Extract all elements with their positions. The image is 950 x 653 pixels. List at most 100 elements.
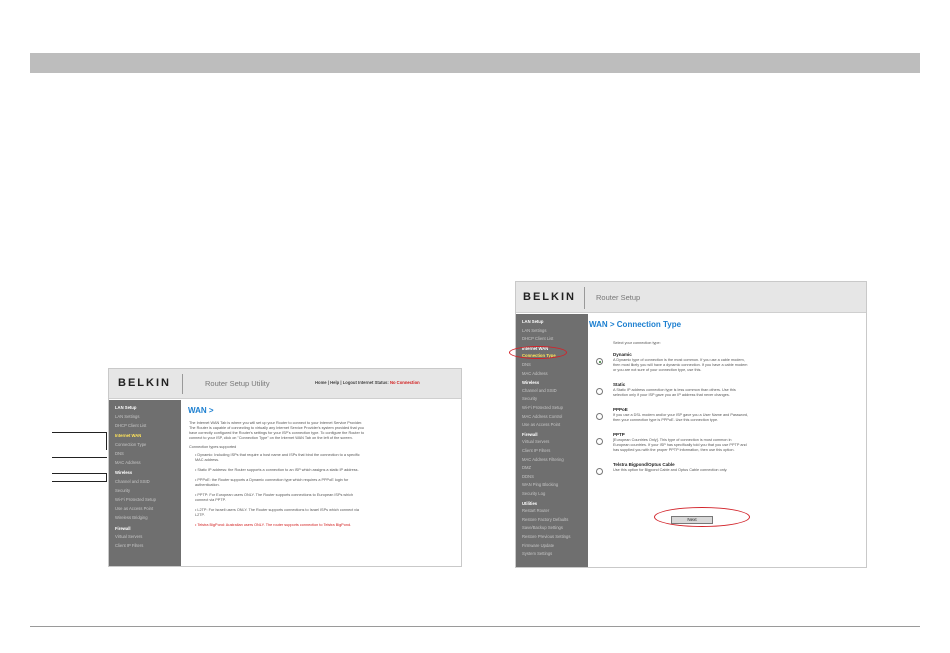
sidebar-item[interactable]: Restore Factory Defaults bbox=[522, 517, 568, 522]
option-label[interactable]: PPPoE bbox=[613, 407, 628, 412]
sidebar-item[interactable]: Use as Access Point bbox=[522, 422, 560, 427]
connection-type-item: • PPTP: For European users ONLY. The Rou… bbox=[195, 493, 354, 497]
page-title: WAN > bbox=[188, 406, 214, 415]
sidebar-item[interactable]: Wi-Fi Protected Setup bbox=[115, 497, 156, 502]
sidebar-item[interactable]: Virtual Servers bbox=[522, 439, 549, 444]
intro-text: The Router is capable of connecting to v… bbox=[189, 426, 364, 430]
sidebar-item[interactable]: DNS bbox=[522, 362, 531, 367]
option-description: If you use a DSL modem and/or your ISP g… bbox=[613, 413, 749, 417]
sidebar-item[interactable]: WAN Ping Blocking bbox=[522, 482, 558, 487]
connection-type-item: L2TP. bbox=[195, 513, 205, 517]
option-description: A Static IP address connection type is l… bbox=[613, 388, 736, 392]
sidebar-item[interactable]: MAC Address Filtering bbox=[522, 457, 564, 462]
radio-dynamic[interactable] bbox=[596, 358, 603, 365]
sidebar-item[interactable]: Security bbox=[115, 488, 130, 493]
wan-screenshot: BELKIN Router Setup Utility Home | Help … bbox=[108, 368, 462, 567]
sidebar-item[interactable]: DHCP Client List bbox=[115, 423, 146, 428]
sidebar-item[interactable]: System Settings bbox=[522, 551, 552, 556]
sidebar-item[interactable]: DHCP Client List bbox=[522, 336, 553, 341]
sidebar-item[interactable]: Channel and SSID bbox=[115, 479, 150, 484]
connection-prompt: Select your connection type: bbox=[613, 341, 661, 345]
sidebar-item[interactable]: Internet WAN bbox=[115, 433, 141, 438]
highlight-connection-type bbox=[509, 346, 567, 359]
sidebar-item[interactable]: Use as Access Point bbox=[115, 506, 153, 511]
option-description: selection only if your ISP gave you an I… bbox=[613, 393, 730, 397]
option-description: then your connection type is PPPoE. Use … bbox=[613, 418, 719, 422]
option-description: Use this option for Bigpond Cable and Op… bbox=[613, 468, 728, 472]
sidebar-item[interactable]: LAN Settings bbox=[115, 414, 139, 419]
option-label[interactable]: Dynamic bbox=[613, 352, 632, 357]
sidebar-item[interactable]: Connection Type bbox=[115, 442, 146, 447]
sidebar-item[interactable]: Firmware Update bbox=[522, 543, 554, 548]
sidebar-item[interactable]: DDNS bbox=[522, 474, 534, 479]
top-links[interactable]: Home | Help | Logout Internet Status: No… bbox=[315, 380, 420, 385]
utility-title: Router Setup Utility bbox=[205, 379, 270, 388]
sidebar-item[interactable]: Wi-Fi Protected Setup bbox=[522, 405, 563, 410]
option-description: European countries. If your ISP has spec… bbox=[613, 443, 747, 447]
sidebar: LAN Setup LAN Settings DHCP Client List Int… bbox=[109, 400, 181, 566]
callout-bracket bbox=[52, 473, 107, 482]
connection-type-item: • L2TP: For Israeli users ONLY. The Rout… bbox=[195, 508, 360, 512]
connection-type-item: • Dynamic: Including ISPs that require a… bbox=[195, 453, 360, 457]
sidebar-item: Wireless bbox=[115, 470, 133, 476]
connection-type-item: connect via PPTP. bbox=[195, 498, 226, 502]
sidebar-item[interactable]: Wireless Bridging bbox=[115, 515, 148, 520]
types-heading: Connection types supported bbox=[189, 445, 237, 449]
connection-type-item: MAC address. bbox=[195, 458, 220, 462]
sidebar-item[interactable]: DNS bbox=[115, 451, 124, 456]
sidebar-item[interactable]: Security bbox=[522, 396, 537, 401]
header-band bbox=[30, 53, 920, 73]
option-description: A Dynamic type of connection is the most… bbox=[613, 358, 745, 362]
callout-line bbox=[52, 432, 107, 450]
option-label[interactable]: Telstra Bigpond/Optus Cable bbox=[613, 462, 675, 467]
connection-type-item: • Telstra BigPond: Australian users ONLY… bbox=[195, 523, 352, 527]
option-description: [European Countries Only]. This type of … bbox=[613, 438, 732, 442]
option-description: has supplied you with the proper PPTP in… bbox=[613, 448, 735, 452]
option-description: then most likely you will have a dynamic… bbox=[613, 363, 748, 367]
router-header: BELKIN Router Setup bbox=[516, 282, 866, 313]
sidebar-item[interactable]: Restart Router bbox=[522, 508, 549, 513]
sidebar-item[interactable]: MAC Address bbox=[115, 460, 141, 465]
sidebar-item: Wireless bbox=[522, 380, 540, 386]
sidebar-item[interactable]: Client IP Filters bbox=[115, 543, 143, 548]
callout-line bbox=[52, 457, 107, 458]
sidebar-item[interactable]: Restore Previous Settings bbox=[522, 534, 570, 539]
sidebar-item[interactable]: DMZ bbox=[522, 465, 531, 470]
sidebar-item: Utilities bbox=[522, 500, 538, 506]
logo-divider bbox=[182, 374, 183, 394]
sidebar-item[interactable]: Channel and SSID bbox=[522, 388, 557, 393]
sidebar-item[interactable]: Virtual Servers bbox=[115, 534, 142, 539]
sidebar-item[interactable]: MAC Address Control bbox=[522, 414, 562, 419]
router-header: BELKIN Router Setup Utility Home | Help … bbox=[109, 369, 461, 399]
intro-text: connect to your ISP, click on "Connectio… bbox=[189, 436, 353, 440]
footer-rule bbox=[30, 626, 920, 627]
sidebar-item[interactable]: Save/Backup Settings bbox=[522, 525, 563, 530]
option-label[interactable]: PPTP bbox=[613, 432, 625, 437]
highlight-next-button bbox=[654, 507, 750, 527]
utility-title: Router Setup bbox=[596, 293, 641, 302]
radio-pppoe[interactable] bbox=[596, 413, 603, 420]
logo-divider bbox=[584, 287, 585, 309]
internet-status: No Connection bbox=[389, 380, 420, 385]
page-title: WAN > Connection Type bbox=[589, 320, 682, 329]
belkin-logo: BELKIN bbox=[118, 377, 171, 389]
sidebar-item: LAN Setup bbox=[115, 405, 137, 410]
radio-telstra-bigpond-optus-cable[interactable] bbox=[596, 468, 603, 475]
intro-text: The Internet WAN Tab is where you will s… bbox=[189, 421, 363, 425]
sidebar-item: Firewall bbox=[115, 525, 131, 531]
connection-type-item: • Static IP address: the Router supports… bbox=[195, 468, 359, 472]
sidebar-item: LAN Setup bbox=[522, 319, 544, 324]
option-description: or you are not sure of your connection t… bbox=[613, 368, 702, 372]
belkin-logo: BELKIN bbox=[523, 291, 576, 303]
option-label[interactable]: Static bbox=[613, 382, 625, 387]
top-links-text[interactable]: Home | Help | Logout Internet Status: bbox=[315, 380, 389, 385]
radio-pptp[interactable] bbox=[596, 438, 603, 445]
sidebar-item[interactable]: LAN Settings bbox=[522, 328, 546, 333]
sidebar-item[interactable]: MAC Address bbox=[522, 371, 548, 376]
connection-type-item: • PPPoE: the Router supports a Dynamic c… bbox=[195, 478, 349, 482]
sidebar-item[interactable]: Client IP Filters bbox=[522, 448, 550, 453]
connection-type-item: authentication. bbox=[195, 483, 220, 487]
sidebar-item[interactable]: Security Log bbox=[522, 491, 545, 496]
sidebar-item: Firewall bbox=[522, 431, 538, 437]
radio-static[interactable] bbox=[596, 388, 603, 395]
